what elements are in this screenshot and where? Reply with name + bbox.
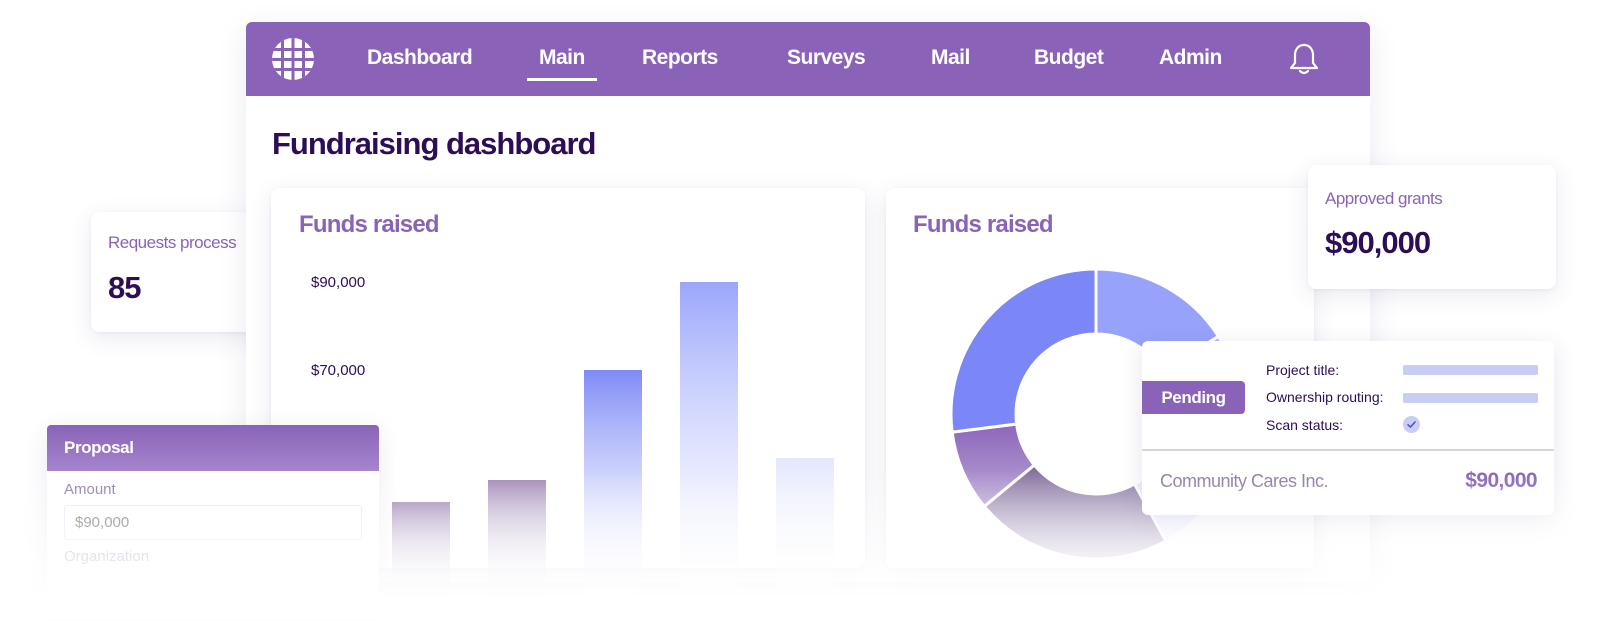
bar [392, 502, 450, 608]
requests-value: 85 [108, 270, 141, 305]
page-title: Fundraising dashboard [272, 126, 596, 161]
organization-label: Organization [64, 548, 150, 565]
nav-surveys[interactable]: Surveys [787, 46, 866, 70]
bar [584, 370, 642, 608]
request-amount: $90,000 [1465, 469, 1537, 492]
nav-admin[interactable]: Admin [1159, 46, 1222, 70]
bell-icon[interactable] [1288, 42, 1320, 76]
check-icon [1403, 416, 1420, 433]
organization-name: Community Cares Inc. [1160, 471, 1329, 491]
bar [776, 458, 834, 608]
nav-budget[interactable]: Budget [1034, 46, 1104, 70]
logo-icon[interactable] [272, 38, 314, 80]
requests-label: Requests process [108, 233, 237, 252]
grants-value: $90,000 [1325, 225, 1431, 260]
amount-input[interactable] [64, 505, 362, 540]
nav-mail[interactable]: Mail [931, 46, 970, 70]
nav-reports[interactable]: Reports [642, 46, 718, 70]
top-navbar: Dashboard Main Reports Surveys Mail Budg… [246, 22, 1370, 96]
proposal-form: Proposal Amount Organization [47, 425, 379, 600]
proposal-title: Proposal [47, 425, 379, 471]
bar [680, 282, 738, 608]
scan-status-label: Scan status: [1266, 417, 1344, 433]
ownership-routing-label: Ownership routing: [1266, 389, 1384, 405]
nav-main[interactable]: Main [527, 46, 597, 81]
nav-dashboard[interactable]: Dashboard [367, 46, 473, 70]
amount-label: Amount [64, 481, 116, 498]
ownership-routing-placeholder-bar [1403, 393, 1538, 403]
pending-request-card[interactable]: Pending Project title: Ownership routing… [1142, 341, 1554, 515]
donut-chart-title: Funds raised [913, 211, 1054, 238]
divider [1142, 449, 1554, 451]
project-title-label: Project title: [1266, 362, 1340, 378]
project-title-placeholder-bar [1403, 365, 1538, 375]
status-badge: Pending [1142, 381, 1245, 414]
approved-grants-card: Approved grants $90,000 [1308, 165, 1556, 289]
bar [488, 480, 546, 608]
grants-label: Approved grants [1325, 189, 1443, 208]
